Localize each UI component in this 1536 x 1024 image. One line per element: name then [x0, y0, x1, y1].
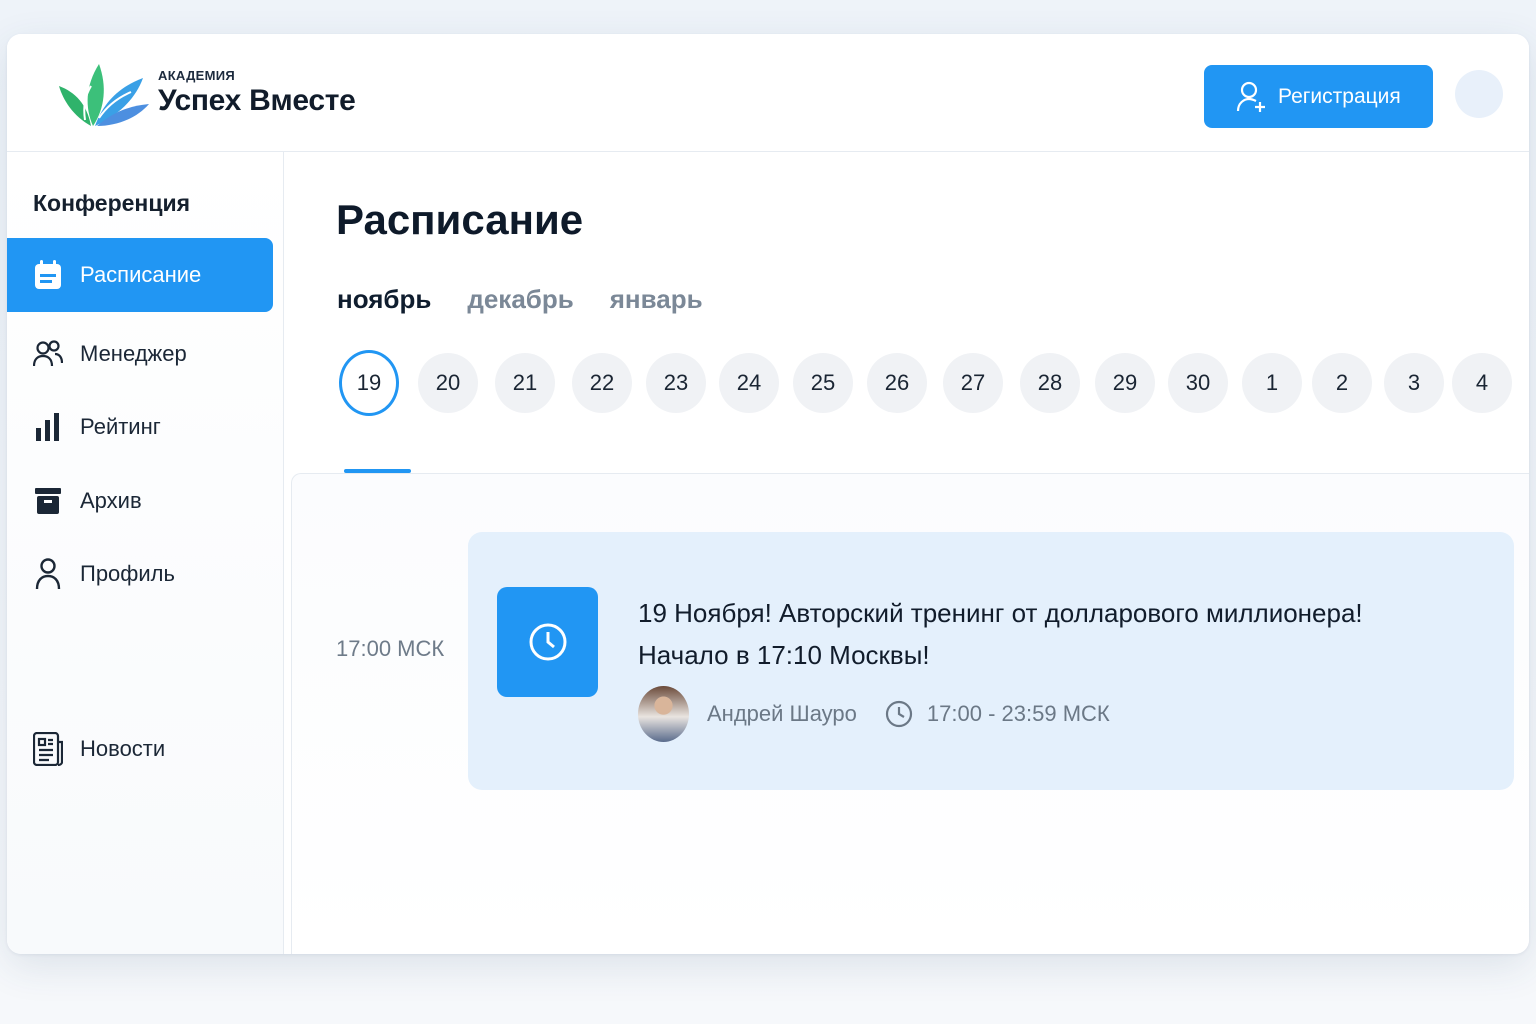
- avatar[interactable]: [1455, 70, 1503, 118]
- month-tabs: ноябрь декабрь январь: [337, 284, 739, 315]
- day-23[interactable]: 23: [646, 353, 706, 413]
- archive-icon: [33, 486, 63, 516]
- brand-subtitle: АКАДЕМИЯ: [158, 68, 236, 83]
- day-2[interactable]: 2: [1312, 353, 1372, 413]
- speaker-name: Андрей Шауро: [707, 701, 857, 726]
- day-29[interactable]: 29: [1095, 353, 1155, 413]
- sidebar-item-label: Профиль: [80, 561, 175, 586]
- tab-january[interactable]: январь: [610, 284, 703, 315]
- sidebar-item-label: Архив: [80, 488, 142, 513]
- day-3[interactable]: 3: [1384, 353, 1444, 413]
- users-icon: [33, 339, 63, 369]
- sidebar-item-profile[interactable]: Профиль: [7, 537, 273, 611]
- day-4[interactable]: 4: [1452, 353, 1512, 413]
- event-title: 19 Ноября! Авторский тренинг от долларов…: [638, 592, 1478, 676]
- speaker-avatar: [638, 686, 689, 742]
- register-label: Регистрация: [1278, 84, 1401, 108]
- day-selector: 19 20 21 22 23 24 25 26 27 28 29 30 1 2 …: [332, 350, 1512, 420]
- user-icon: [33, 558, 63, 590]
- sidebar-item-news[interactable]: Новости: [7, 712, 273, 786]
- main-content: Расписание ноябрь декабрь январь 19 20 2…: [285, 152, 1529, 954]
- event-title-line-1: 19 Ноября! Авторский тренинг от долларов…: [638, 598, 1363, 628]
- page-title: Расписание: [336, 196, 584, 243]
- register-button[interactable]: Регистрация: [1204, 65, 1433, 128]
- event-card[interactable]: 19 Ноября! Авторский тренинг от долларов…: [468, 532, 1514, 790]
- day-30[interactable]: 30: [1168, 353, 1228, 413]
- bar-chart-icon: [33, 412, 63, 442]
- event-meta: Андрей Шауро 17:00 - 23:59 МСК: [638, 686, 1110, 742]
- newspaper-icon: [33, 732, 63, 766]
- sidebar-title: Конференция: [33, 190, 191, 216]
- day-22[interactable]: 22: [572, 353, 632, 413]
- sidebar-item-manager[interactable]: Менеджер: [7, 317, 273, 391]
- sidebar-item-archive[interactable]: Архив: [7, 464, 273, 538]
- active-day-indicator: [344, 469, 411, 473]
- day-20[interactable]: 20: [418, 353, 478, 413]
- brand-title: Успех Вместе: [158, 84, 356, 117]
- tab-november[interactable]: ноябрь: [337, 284, 431, 315]
- day-25[interactable]: 25: [793, 353, 853, 413]
- day-21[interactable]: 21: [495, 353, 555, 413]
- time-clock-icon: [885, 700, 913, 728]
- sidebar-item-label: Новости: [80, 736, 166, 761]
- sidebar-item-label: Рейтинг: [80, 414, 161, 439]
- sidebar-item-schedule[interactable]: Расписание: [7, 238, 273, 312]
- clock-icon: [497, 587, 598, 697]
- event-time-label: 17:00 МСК: [336, 636, 445, 661]
- sidebar-item-rating[interactable]: Рейтинг: [7, 390, 273, 464]
- day-27[interactable]: 27: [943, 353, 1003, 413]
- top-header: АКАДЕМИЯ Успех Вместе Регистрация: [7, 34, 1529, 152]
- day-19[interactable]: 19: [339, 350, 399, 416]
- event-time-range: 17:00 - 23:59 МСК: [926, 701, 1110, 726]
- event-title-line-2: Начало в 17:10 Москвы!: [638, 640, 930, 670]
- calendar-icon: [33, 260, 63, 290]
- sidebar: Конференция Расписание Менеджер Рейтинг …: [7, 152, 284, 954]
- app-window: АКАДЕМИЯ Успех Вместе Регистрация Конфер…: [7, 34, 1529, 954]
- sidebar-item-label: Менеджер: [80, 341, 187, 366]
- day-26[interactable]: 26: [867, 353, 927, 413]
- add-user-icon: [1236, 81, 1265, 112]
- day-28[interactable]: 28: [1020, 353, 1080, 413]
- sidebar-item-label: Расписание: [80, 262, 202, 287]
- leaf-logo-icon: [59, 64, 149, 126]
- day-24[interactable]: 24: [719, 353, 779, 413]
- day-1[interactable]: 1: [1242, 353, 1302, 413]
- tab-december[interactable]: декабрь: [467, 284, 573, 315]
